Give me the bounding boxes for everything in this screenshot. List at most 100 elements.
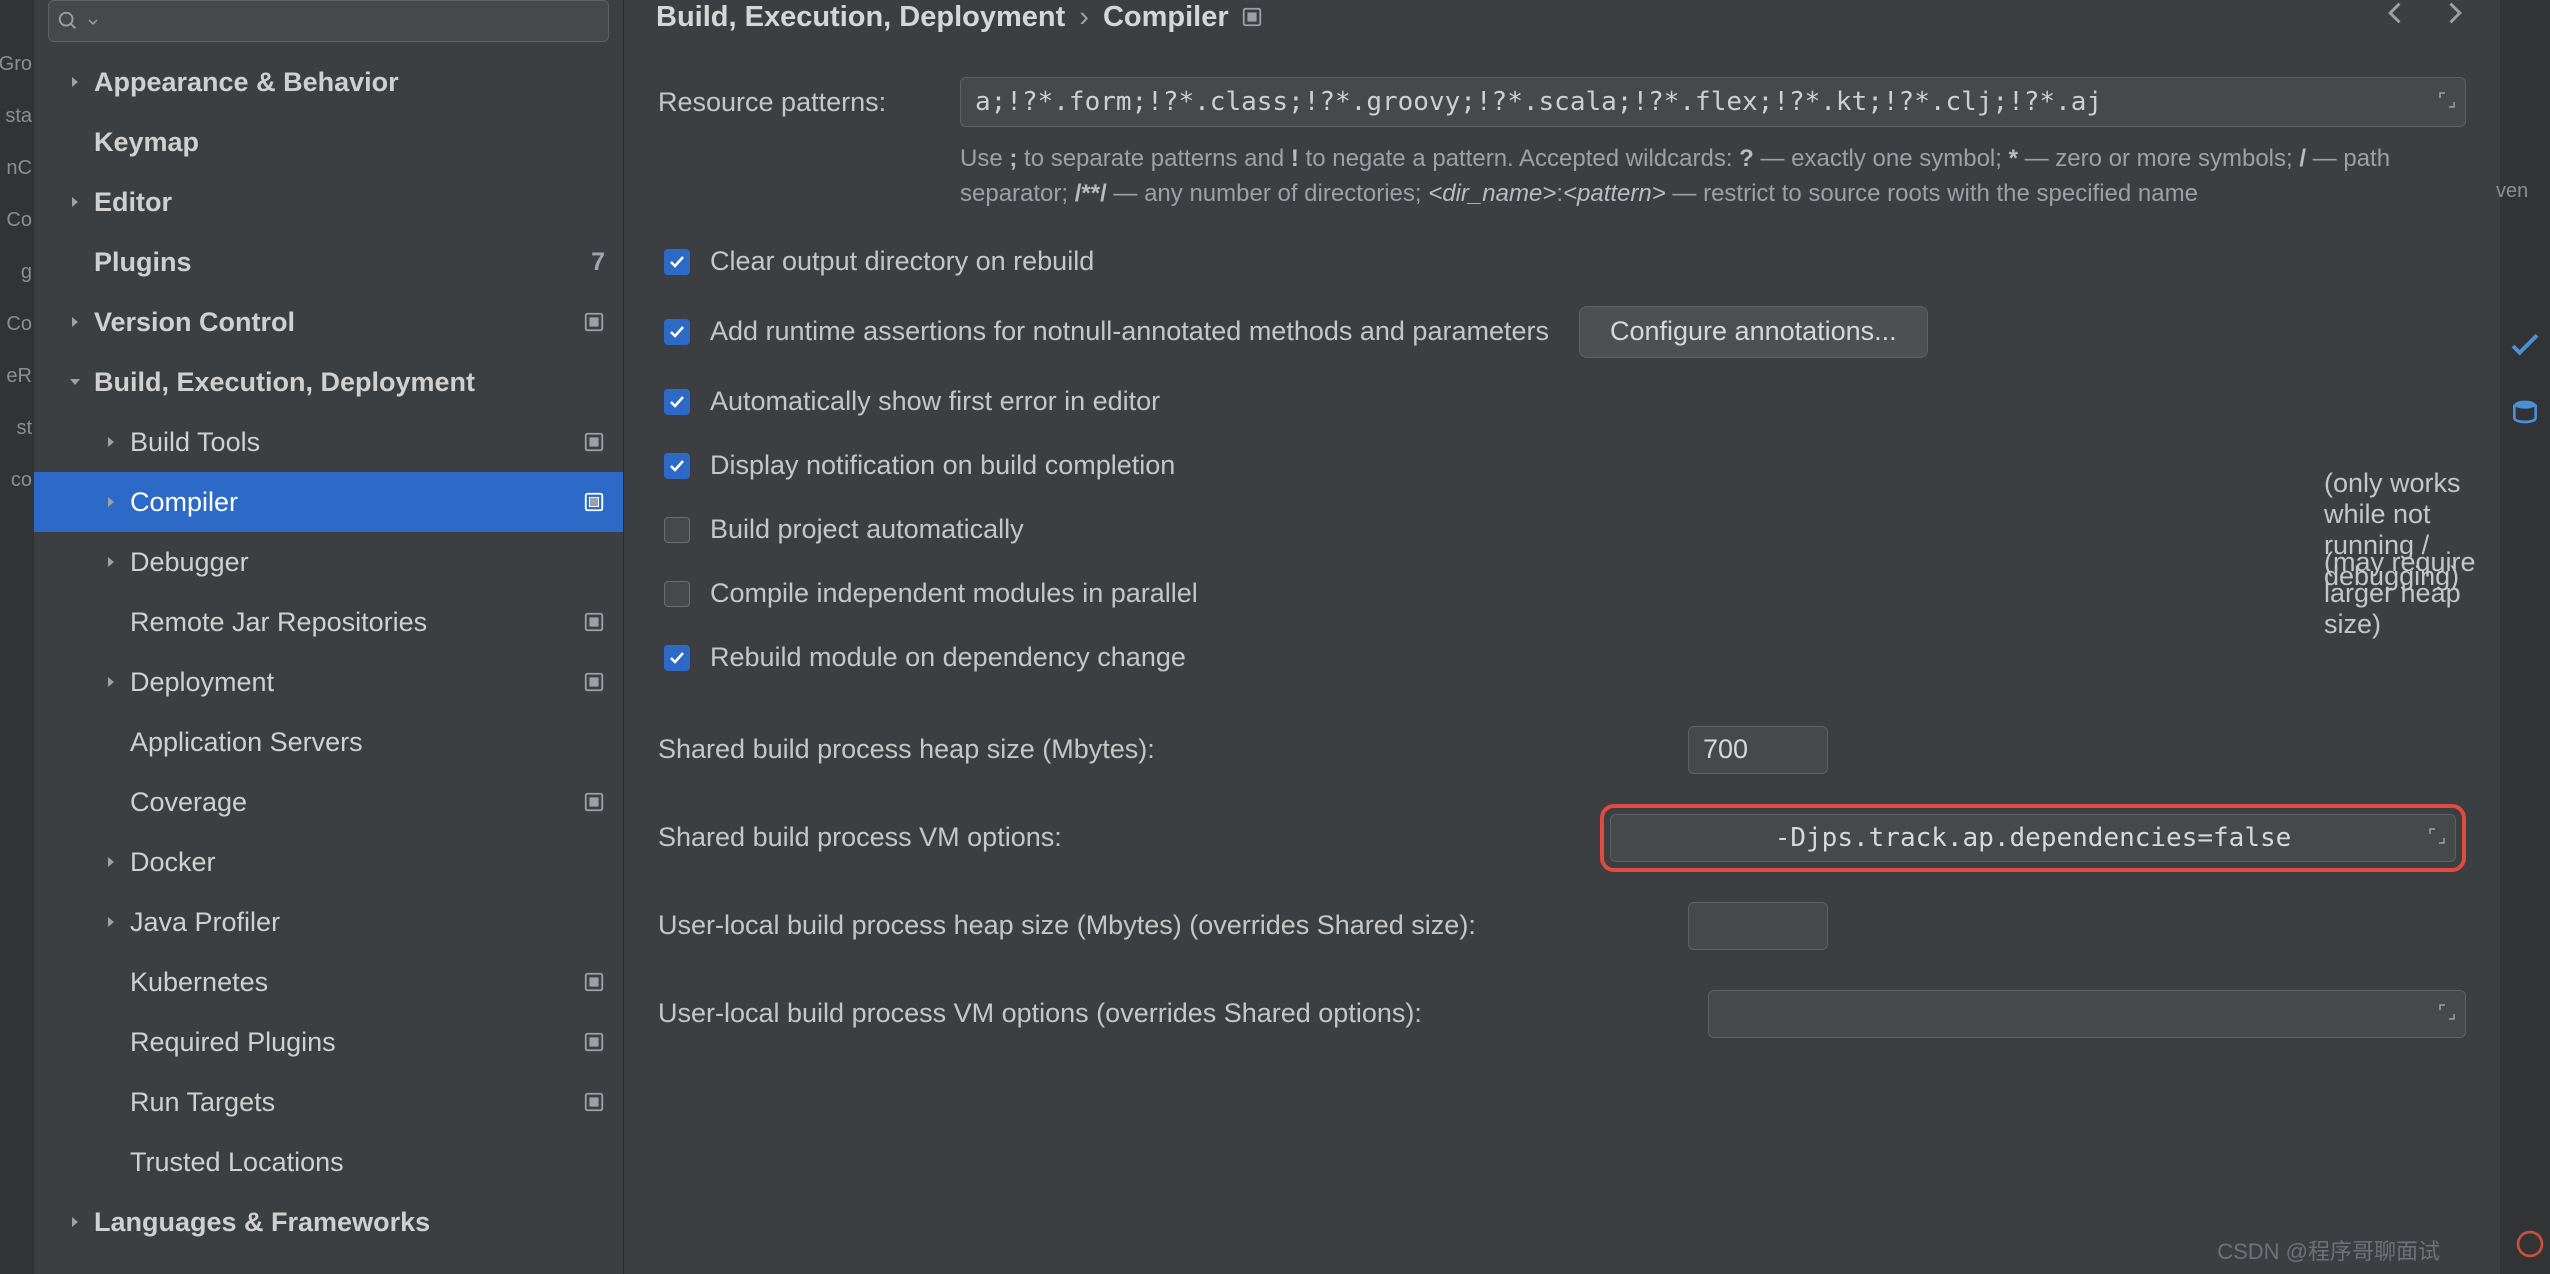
sidebar-item-label: Languages & Frameworks (94, 1207, 430, 1238)
parallel-compile-label: Compile independent modules in parallel (710, 578, 1198, 609)
first-error-checkbox[interactable] (664, 389, 690, 415)
user-vm-input[interactable] (1708, 990, 2466, 1038)
sidebar-item-label: Remote Jar Repositories (130, 607, 427, 638)
search-chevron-icon (87, 7, 99, 35)
parallel-compile-checkbox[interactable] (664, 581, 690, 607)
sidebar-item-label: Kubernetes (130, 967, 268, 998)
sidebar-item-docker[interactable]: Docker (34, 832, 623, 892)
sidebar-item-editor[interactable]: Editor (34, 172, 623, 232)
sidebar-item-label: Docker (130, 847, 216, 878)
sidebar-item-label: Editor (94, 187, 172, 218)
notification-checkbox[interactable] (664, 453, 690, 479)
database-icon[interactable] (2509, 398, 2541, 436)
chevron-right-icon (56, 314, 94, 330)
expand-icon[interactable] (2437, 87, 2457, 117)
sidebar-item-label: Debugger (130, 547, 249, 578)
rebuild-dep-label: Rebuild module on dependency change (710, 642, 1186, 673)
sidebar-item-label: Compiler (130, 487, 238, 518)
badge-count: 7 (591, 248, 605, 277)
settings-sidebar: Appearance & Behavior Keymap Editor Plugins… (34, 0, 624, 1274)
resource-patterns-help: Use ; to separate patterns and ! to nega… (960, 142, 2410, 212)
clear-output-checkbox[interactable] (664, 249, 690, 275)
sidebar-item-plugins[interactable]: Plugins 7 (34, 232, 623, 292)
chevron-right-icon (92, 494, 130, 510)
sidebar-item-appearance-behavior[interactable]: Appearance & Behavior (34, 52, 623, 112)
chevron-right-icon (92, 674, 130, 690)
settings-main: Build, Execution, Deployment › Compiler … (624, 0, 2500, 1274)
sidebar-item-trusted-locations[interactable]: Trusted Locations (34, 1132, 623, 1192)
sidebar-item-label: Appearance & Behavior (94, 67, 399, 98)
sidebar-item-label: Java Profiler (130, 907, 280, 938)
expand-icon[interactable] (2427, 823, 2447, 853)
sidebar-item-application-servers[interactable]: Application Servers (34, 712, 623, 772)
sidebar-item-java-profiler[interactable]: Java Profiler (34, 892, 623, 952)
project-scope-icon (583, 791, 605, 813)
project-scope-icon (583, 1091, 605, 1113)
rebuild-dep-checkbox[interactable] (664, 645, 690, 671)
sidebar-item-label: Version Control (94, 307, 295, 338)
project-scope-icon (583, 1031, 605, 1053)
expand-icon[interactable] (2437, 999, 2457, 1029)
sidebar-item-label: Application Servers (130, 727, 363, 758)
notification-icon[interactable] (2514, 1228, 2546, 1266)
resource-patterns-input[interactable]: a;!?*.form;!?*.class;!?*.groovy;!?*.scal… (960, 77, 2466, 127)
sidebar-item-version-control[interactable]: Version Control (34, 292, 623, 352)
configure-annotations-button[interactable]: Configure annotations... (1579, 306, 1928, 358)
sidebar-item-required-plugins[interactable]: Required Plugins (34, 1012, 623, 1072)
project-scope-icon (583, 311, 605, 333)
sidebar-item-coverage[interactable]: Coverage (34, 772, 623, 832)
first-error-label: Automatically show first error in editor (710, 386, 1160, 417)
breadcrumb: Build, Execution, Deployment › Compiler (624, 0, 2500, 46)
chevron-right-icon (92, 434, 130, 450)
project-scope-icon (583, 431, 605, 453)
user-vm-label: User-local build process VM options (ove… (658, 998, 1688, 1029)
forward-button[interactable] (2440, 0, 2468, 35)
auto-build-label: Build project automatically (710, 514, 1024, 545)
search-icon (57, 10, 79, 32)
watermark: CSDN @程序哥聊面试 (2217, 1234, 2440, 1266)
left-editor-strip: GrostanCCogCoeRstco (0, 0, 34, 1274)
sidebar-item-languages-frameworks[interactable]: Languages & Frameworks (34, 1192, 623, 1252)
search-input[interactable] (48, 0, 609, 42)
sidebar-item-deployment[interactable]: Deployment (34, 652, 623, 712)
sidebar-item-label: Required Plugins (130, 1027, 336, 1058)
user-heap-label: User-local build process heap size (Mbyt… (658, 910, 1688, 941)
sidebar-item-run-targets[interactable]: Run Targets (34, 1072, 623, 1132)
sidebar-item-debugger[interactable]: Debugger (34, 532, 623, 592)
project-scope-icon (1241, 6, 1263, 28)
sidebar-item-label: Plugins (94, 247, 192, 278)
sidebar-item-remote-jar-repositories[interactable]: Remote Jar Repositories (34, 592, 623, 652)
sidebar-item-compiler[interactable]: Compiler (34, 472, 623, 532)
shared-heap-label: Shared build process heap size (Mbytes): (658, 734, 1688, 765)
right-strip-text: ven (2496, 180, 2528, 203)
shared-vm-input[interactable]: -Djps.track.ap.dependencies=false (1610, 814, 2456, 862)
project-scope-icon (583, 671, 605, 693)
right-toolbar: ven (2500, 0, 2550, 1274)
sidebar-item-kubernetes[interactable]: Kubernetes (34, 952, 623, 1012)
sidebar-item-label: Build Tools (130, 427, 260, 458)
sidebar-item-label: Run Targets (130, 1087, 275, 1118)
auto-build-checkbox[interactable] (664, 517, 690, 543)
runtime-assertions-checkbox[interactable] (664, 319, 690, 345)
parallel-compile-note: (may require larger heap size) (2324, 547, 2500, 640)
notification-label: Display notification on build completion (710, 450, 1175, 481)
user-heap-input[interactable] (1688, 902, 1828, 950)
runtime-assertions-label: Add runtime assertions for notnull-annot… (710, 316, 1549, 347)
project-scope-icon (583, 971, 605, 993)
check-icon[interactable] (2509, 330, 2541, 368)
back-button[interactable] (2382, 0, 2410, 35)
clear-output-label: Clear output directory on rebuild (710, 246, 1094, 277)
project-scope-icon (583, 611, 605, 633)
chevron-down-icon (56, 374, 94, 390)
chevron-right-icon (92, 854, 130, 870)
sidebar-item-build-execution-deployment[interactable]: Build, Execution, Deployment (34, 352, 623, 412)
shared-heap-input[interactable]: 700 (1688, 726, 1828, 774)
sidebar-item-label: Coverage (130, 787, 247, 818)
breadcrumb-separator: › (1079, 1, 1089, 34)
sidebar-item-keymap[interactable]: Keymap (34, 112, 623, 172)
settings-tree: Appearance & Behavior Keymap Editor Plugins… (34, 52, 623, 1274)
chevron-right-icon (92, 554, 130, 570)
sidebar-item-label: Build, Execution, Deployment (94, 367, 475, 398)
breadcrumb-root[interactable]: Build, Execution, Deployment (656, 1, 1065, 34)
sidebar-item-build-tools[interactable]: Build Tools (34, 412, 623, 472)
